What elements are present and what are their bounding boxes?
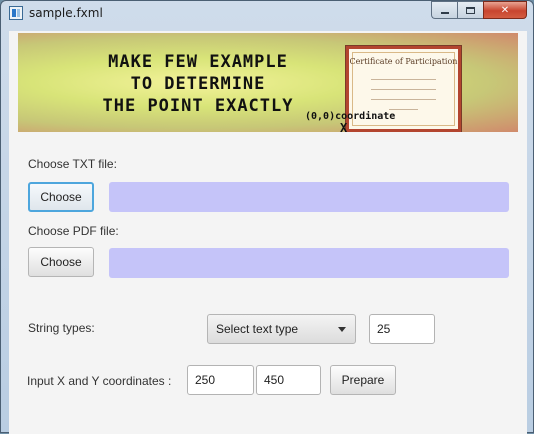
pdf-path-field[interactable] xyxy=(109,248,509,278)
text-type-select-value: Select text type xyxy=(216,322,299,336)
banner-line: TO DETERMINE xyxy=(130,74,266,94)
certificate-line xyxy=(371,79,436,80)
minimize-button[interactable] xyxy=(431,1,457,19)
certificate-title: Certificate of Participation xyxy=(349,57,458,66)
choose-pdf-button[interactable]: Choose xyxy=(28,247,94,277)
title-bar[interactable]: sample.fxml ✕ xyxy=(1,1,533,27)
txt-path-field[interactable] xyxy=(109,182,509,212)
text-type-select[interactable]: Select text type xyxy=(207,314,356,344)
minimize-icon xyxy=(440,12,449,14)
pdf-file-label: Choose PDF file: xyxy=(28,224,119,238)
x-coordinate-input[interactable]: 250 xyxy=(187,365,254,395)
banner-image: MAKE FEW EXAMPLE TO DETERMINE THE POINT … xyxy=(18,33,518,132)
banner-line: THE POINT EXACTLY xyxy=(102,96,294,116)
prepare-button[interactable]: Prepare xyxy=(330,365,396,395)
banner-line: MAKE FEW EXAMPLE xyxy=(108,52,288,72)
y-coordinate-input[interactable]: 450 xyxy=(256,365,321,395)
font-size-input[interactable]: 25 xyxy=(369,314,435,344)
window-title: sample.fxml xyxy=(29,6,103,20)
app-window: sample.fxml ✕ MAKE FEW EXAMPLE TO DETERM… xyxy=(0,0,534,434)
banner-text: MAKE FEW EXAMPLE TO DETERMINE THE POINT … xyxy=(88,51,308,117)
certificate-line xyxy=(389,109,418,110)
origin-marker: X xyxy=(340,121,348,132)
txt-file-label: Choose TXT file: xyxy=(28,157,117,171)
caption-buttons: ✕ xyxy=(431,1,527,20)
client-area: MAKE FEW EXAMPLE TO DETERMINE THE POINT … xyxy=(9,31,527,434)
maximize-button[interactable] xyxy=(457,1,483,19)
maximize-icon xyxy=(466,6,475,14)
choose-txt-button[interactable]: Choose xyxy=(28,182,94,212)
app-icon xyxy=(9,6,23,20)
certificate-line xyxy=(371,89,436,90)
close-icon: ✕ xyxy=(500,4,510,16)
string-types-label: String types: xyxy=(28,321,95,335)
coordinates-label: Input X and Y coordinates : xyxy=(27,374,172,388)
dropdown-arrow-icon xyxy=(338,327,346,332)
certificate-line xyxy=(371,99,436,100)
coordinate-label: (0,0)coordinate xyxy=(305,111,396,122)
close-button[interactable]: ✕ xyxy=(483,1,527,19)
